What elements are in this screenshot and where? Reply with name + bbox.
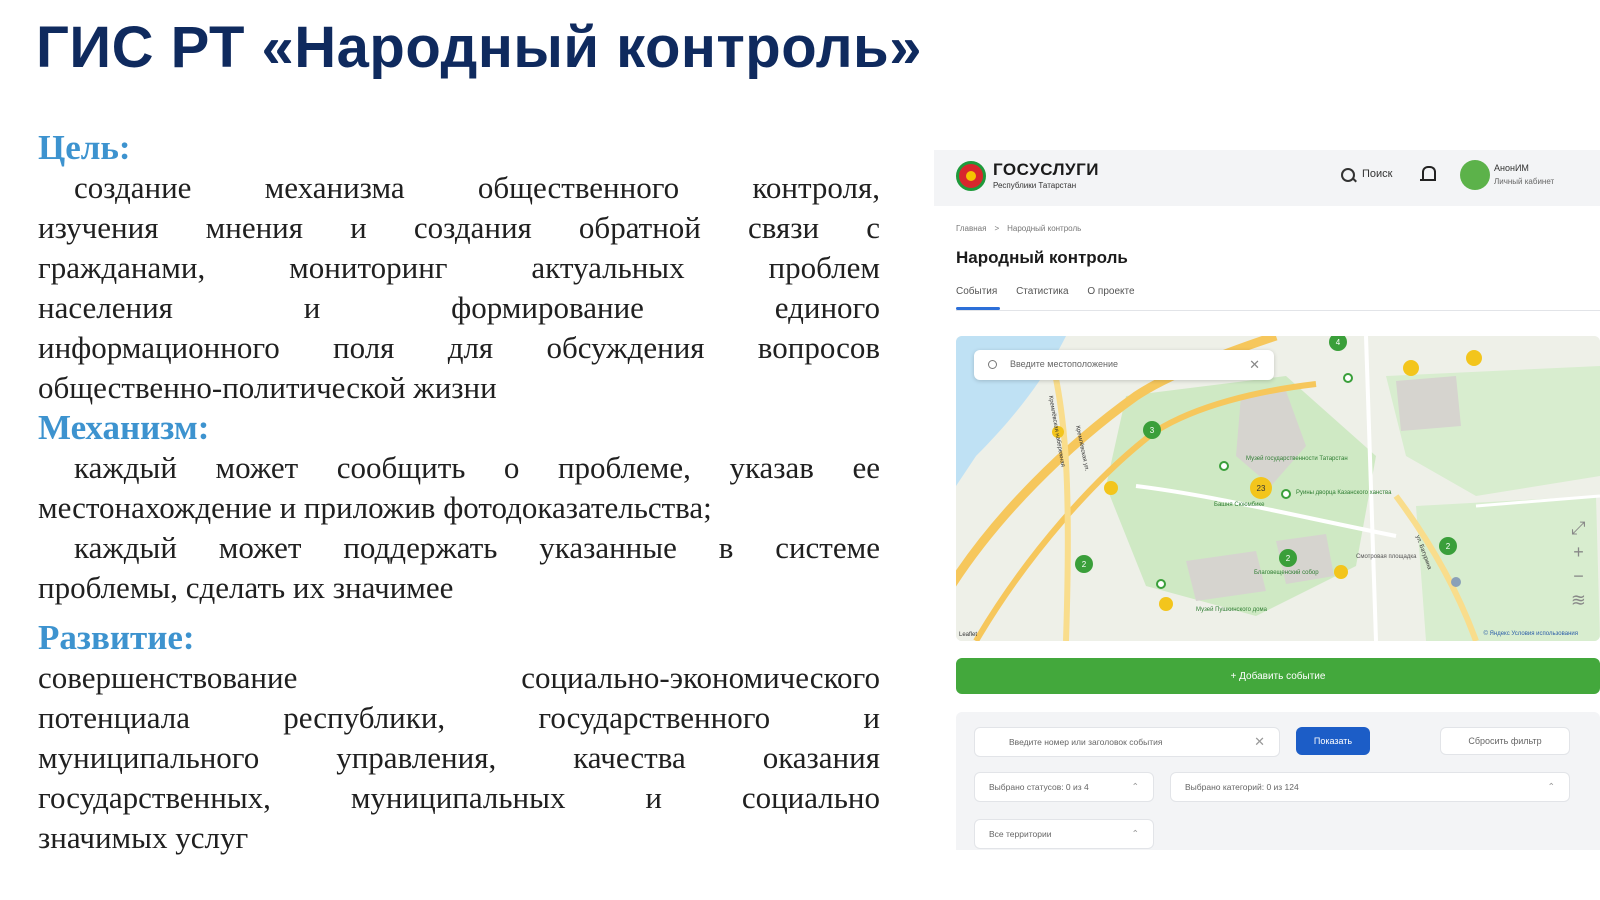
search-icon bbox=[988, 360, 997, 369]
search-link[interactable]: Поиск bbox=[1362, 168, 1392, 180]
map-location-placeholder[interactable]: Введите местоположение bbox=[1010, 359, 1118, 369]
category-select-value: Выбрано категорий: 0 из 124 bbox=[1185, 782, 1299, 792]
goal-line: гражданами, мониторинг актуальных пробле… bbox=[38, 250, 880, 285]
goal-text: создание механизма общественного контрол… bbox=[38, 168, 880, 408]
goal-line: создание механизма общественного контрол… bbox=[74, 170, 880, 205]
slide-text-column: Цель: создание механизма общественного к… bbox=[38, 128, 880, 858]
chevron-updown-icon: ⌃ bbox=[1547, 781, 1555, 792]
status-select-value: Выбрано статусов: 0 из 4 bbox=[989, 782, 1089, 792]
user-cabinet-link[interactable]: Личный кабинет bbox=[1494, 177, 1554, 186]
development-line: государственных, муниципальных и социаль… bbox=[38, 780, 880, 815]
breadcrumb-current: Народный контроль bbox=[1007, 224, 1082, 233]
development-heading: Развитие: bbox=[38, 618, 195, 657]
reset-filter-button[interactable]: Сбросить фильтр bbox=[1440, 727, 1570, 755]
breadcrumb-home[interactable]: Главная bbox=[956, 224, 986, 233]
territory-select-value: Все территории bbox=[989, 829, 1052, 839]
status-select[interactable]: Выбрано статусов: 0 из 4 ⌃ bbox=[974, 772, 1154, 802]
development-line: значимых услуг bbox=[38, 820, 249, 855]
user-name[interactable]: АнонИМ bbox=[1494, 163, 1529, 173]
zoom-in-button[interactable]: + bbox=[1571, 540, 1586, 564]
category-select[interactable]: Выбрано категорий: 0 из 124 ⌃ bbox=[1170, 772, 1570, 802]
slide-title: ГИС РТ «Народный контроль» bbox=[36, 15, 922, 80]
event-search-input[interactable]: Введите номер или заголовок события ✕ bbox=[974, 727, 1280, 757]
goal-line: информационного поля для обсуждения вопр… bbox=[38, 330, 880, 365]
show-button[interactable]: Показать bbox=[1296, 727, 1370, 755]
gosuslugi-screenshot: ГОСУСЛУГИ Республики Татарстан Поиск Ано… bbox=[934, 150, 1600, 850]
search-icon[interactable] bbox=[1341, 168, 1355, 182]
mechanism-line: местонахождение и приложив фотодоказател… bbox=[38, 490, 712, 525]
page-title: Народный контроль bbox=[956, 248, 1128, 267]
user-avatar[interactable] bbox=[1460, 160, 1490, 190]
layers-icon[interactable]: ≋ bbox=[1571, 588, 1586, 612]
tab-bar: События Статистика О проекте bbox=[956, 286, 1151, 297]
tab-events[interactable]: События bbox=[956, 286, 997, 297]
clear-icon[interactable]: ✕ bbox=[1254, 734, 1265, 750]
filter-panel: Введите номер или заголовок события ✕ По… bbox=[956, 712, 1600, 850]
notification-bell-icon[interactable] bbox=[1420, 166, 1436, 181]
map-canvas[interactable] bbox=[956, 336, 1600, 641]
mechanism-line: каждый может поддержать указанные в сист… bbox=[74, 530, 880, 565]
goal-line: населения и формирование единого bbox=[38, 290, 880, 325]
development-line: совершенствование социально-экономическо… bbox=[38, 660, 880, 695]
mechanism-line: проблемы, сделать их значимее bbox=[38, 570, 454, 605]
clear-icon[interactable]: ✕ bbox=[1249, 357, 1260, 373]
add-event-button[interactable]: + Добавить событие bbox=[956, 658, 1600, 694]
goal-line: изучения мнения и создания обратной связ… bbox=[38, 210, 880, 245]
gosuslugi-logo-icon[interactable] bbox=[956, 161, 986, 191]
tab-about[interactable]: О проекте bbox=[1087, 286, 1134, 297]
map-attribution-right[interactable]: © Яндекс Условия использования bbox=[1483, 631, 1578, 637]
map-attribution-left[interactable]: Leaflet bbox=[959, 632, 977, 638]
map-controls: ⤢ + − ≋ bbox=[1571, 516, 1586, 612]
brand-subtitle: Республики Татарстан bbox=[993, 181, 1077, 190]
zoom-out-button[interactable]: − bbox=[1571, 564, 1586, 588]
map-location-search[interactable]: Введите местоположение ✕ bbox=[974, 350, 1274, 380]
chevron-updown-icon: ⌃ bbox=[1131, 781, 1139, 792]
goal-line: общественно-политической жизни bbox=[38, 370, 497, 405]
site-header: ГОСУСЛУГИ Республики Татарстан Поиск Ано… bbox=[934, 150, 1600, 206]
breadcrumb-separator-icon: > bbox=[994, 224, 1000, 233]
fullscreen-icon[interactable]: ⤢ bbox=[1571, 516, 1586, 540]
goal-heading: Цель: bbox=[38, 128, 131, 167]
tabs-divider bbox=[956, 310, 1600, 311]
development-line: потенциала республики, государственного … bbox=[38, 700, 880, 735]
breadcrumb: Главная > Народный контроль bbox=[956, 224, 1081, 233]
development-line: муниципального управления, качества оказ… bbox=[38, 740, 880, 775]
event-search-placeholder: Введите номер или заголовок события bbox=[1009, 737, 1163, 747]
tab-statistics[interactable]: Статистика bbox=[1016, 286, 1069, 297]
mechanism-line: каждый может сообщить о проблеме, указав… bbox=[74, 450, 880, 485]
territory-select[interactable]: Все территории ⌃ bbox=[974, 819, 1154, 849]
mechanism-heading: Механизм: bbox=[38, 408, 210, 447]
brand-name[interactable]: ГОСУСЛУГИ bbox=[993, 160, 1099, 180]
chevron-updown-icon: ⌃ bbox=[1131, 828, 1139, 839]
events-map[interactable]: 4 3 23 2 2 2 Музей государственности Тат… bbox=[956, 336, 1600, 641]
